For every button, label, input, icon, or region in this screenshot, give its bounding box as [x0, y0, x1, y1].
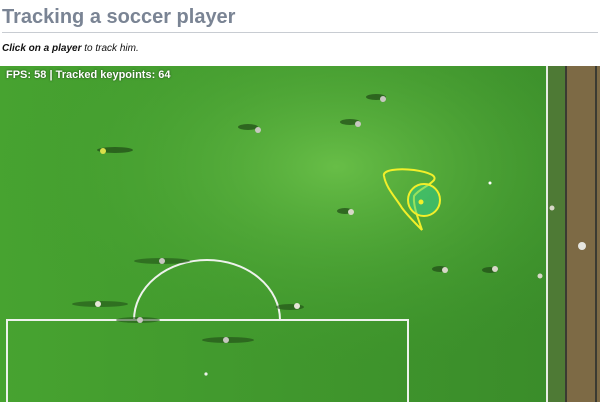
instructions-text: Click on a player to track him. [2, 43, 139, 54]
player-icon [537, 273, 543, 279]
hud-separator: | [49, 69, 53, 81]
keypoints-label: Tracked keypoints: [55, 69, 156, 81]
keypoints-value: 64 [158, 69, 171, 81]
video-canvas[interactable]: FPS: 58 | Tracked keypoints: 64 [0, 66, 600, 402]
fps-value: 58 [34, 69, 47, 81]
player-icon [202, 337, 254, 343]
player-icon [134, 258, 190, 264]
pitch-image[interactable] [0, 66, 600, 402]
player-icon [116, 317, 160, 323]
page-header: Tracking a soccer player [2, 4, 598, 33]
penalty-spot [204, 372, 208, 376]
ball [488, 181, 492, 185]
fps-label: FPS: [6, 69, 32, 81]
player-icon [549, 205, 555, 211]
instructions-emphasis: Click on a player [2, 43, 82, 54]
player-icon [72, 301, 128, 307]
tracker-status: FPS: 58 | Tracked keypoints: 64 [6, 69, 171, 81]
page-title: Tracking a soccer player [2, 6, 236, 28]
player-icon [578, 242, 586, 250]
tracking-circle-icon [407, 183, 441, 217]
instructions-rest: to track him. [81, 43, 139, 54]
